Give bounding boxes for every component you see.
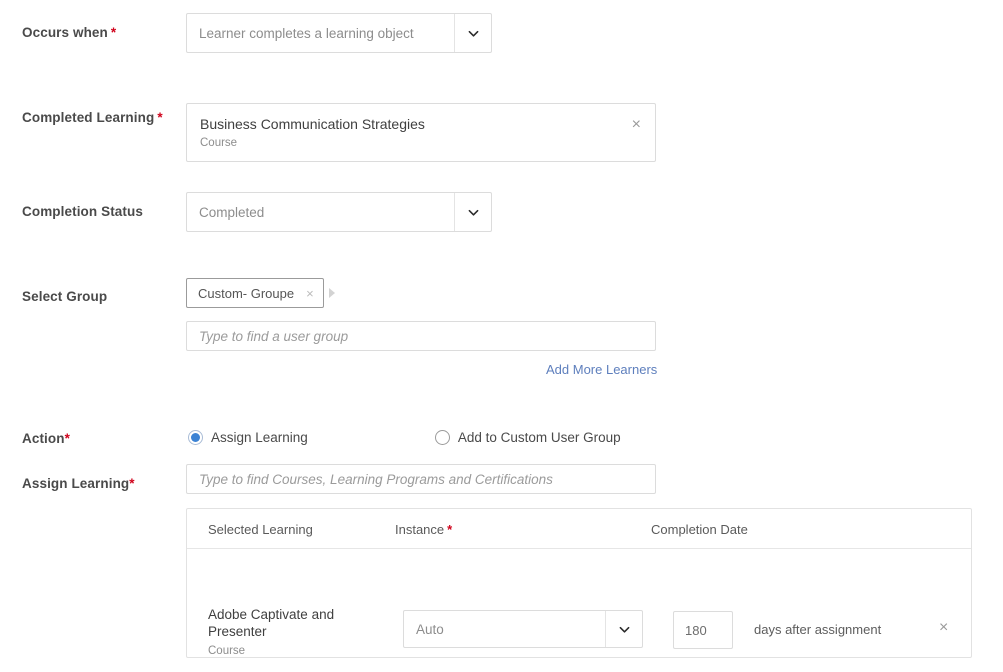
occurs-when-label-text: Occurs when [22,25,108,40]
close-icon[interactable]: × [306,286,314,301]
completion-status-label: Completion Status [22,204,143,219]
add-more-learners-link[interactable]: Add More Learners [546,362,657,377]
assign-learning-label-text: Assign Learning [22,476,130,491]
radio-add-to-custom-user-group[interactable]: Add to Custom User Group [434,430,621,445]
assign-learning-search-placeholder: Type to find Courses, Learning Programs … [199,471,553,487]
chip-overflow-arrow-icon[interactable] [328,288,335,298]
completion-status-select[interactable]: Completed [186,192,492,232]
cell-selected-learning: Adobe Captivate and Presenter Course [208,606,348,657]
completed-learning-card-body: Business Communication Strategies Course [200,115,624,150]
completed-learning-type: Course [200,137,238,149]
occurs-when-select-value: Learner completes a learning object [199,25,414,41]
chevron-down-icon[interactable] [454,14,491,52]
completion-status-label-text: Completion Status [22,204,143,219]
action-label-text: Action [22,431,65,446]
selected-learning-table: Selected Learning Instance * Completion D… [186,508,972,658]
radio-add-to-custom-user-group-label: Add to Custom User Group [457,430,621,445]
column-header-instance: Instance * [395,522,452,537]
radio-assign-learning[interactable]: Assign Learning [188,430,308,445]
table-row: Adobe Captivate and Presenter Course Aut… [187,549,971,657]
column-header-selected-learning-text: Selected Learning [208,522,313,537]
occurs-when-required-asterisk: * [110,25,117,40]
assign-learning-label: Assign Learning* [22,476,135,491]
select-group-label: Select Group [22,289,107,304]
close-icon[interactable]: × [939,619,948,637]
chevron-down-icon[interactable] [605,611,642,647]
completion-days-value: 180 [685,622,707,638]
table-header-row: Selected Learning Instance * Completion D… [187,509,971,549]
close-icon[interactable]: × [624,117,641,133]
action-label: Action* [22,431,70,446]
occurs-when-label: Occurs when * [22,25,116,40]
instance-select-value: Auto [416,621,444,637]
row-learning-title: Adobe Captivate and Presenter [208,607,335,639]
column-header-completion-date-text: Completion Date [651,522,748,537]
select-group-chip[interactable]: Custom- Groupe × [186,278,324,308]
row-learning-type: Course [208,645,246,657]
column-header-instance-text: Instance [395,522,445,537]
chevron-down-icon[interactable] [454,193,491,231]
completion-status-select-value: Completed [199,204,265,220]
column-header-selected-learning: Selected Learning [208,522,313,537]
cell-completion-date: 180 [673,611,733,649]
radio-assign-learning-label: Assign Learning [211,430,308,445]
completed-learning-required-asterisk: * [157,110,163,125]
instance-select[interactable]: Auto [403,610,643,648]
user-group-search-placeholder: Type to find a user group [199,328,349,344]
assign-learning-required-asterisk: * [129,476,135,491]
completion-days-suffix: days after assignment [754,622,882,637]
action-radio-group: Assign Learning Add to Custom User Group [188,430,621,445]
action-required-asterisk: * [64,431,70,446]
column-header-completion-date: Completion Date [651,522,748,537]
radio-selected-icon[interactable] [188,430,203,445]
user-group-search-input[interactable]: Type to find a user group [186,321,656,351]
select-group-chip-label: Custom- Groupe [198,285,295,301]
completed-learning-label-text: Completed Learning [22,110,155,125]
radio-unselected-icon[interactable] [434,430,450,445]
automation-rule-form: Occurs when * Learner completes a learnin… [0,0,1003,672]
completed-learning-title: Business Communication Strategies [200,116,425,132]
completion-days-input[interactable]: 180 [673,611,733,649]
assign-learning-search-input[interactable]: Type to find Courses, Learning Programs … [186,464,656,494]
select-group-chip-list: Custom- Groupe × [186,278,335,308]
completed-learning-card: Business Communication Strategies Course… [186,103,656,162]
completed-learning-label: Completed Learning * [22,110,163,125]
occurs-when-select[interactable]: Learner completes a learning object [186,13,492,53]
select-group-label-text: Select Group [22,289,108,304]
instance-required-asterisk: * [447,522,453,537]
cell-instance: Auto [403,610,643,648]
